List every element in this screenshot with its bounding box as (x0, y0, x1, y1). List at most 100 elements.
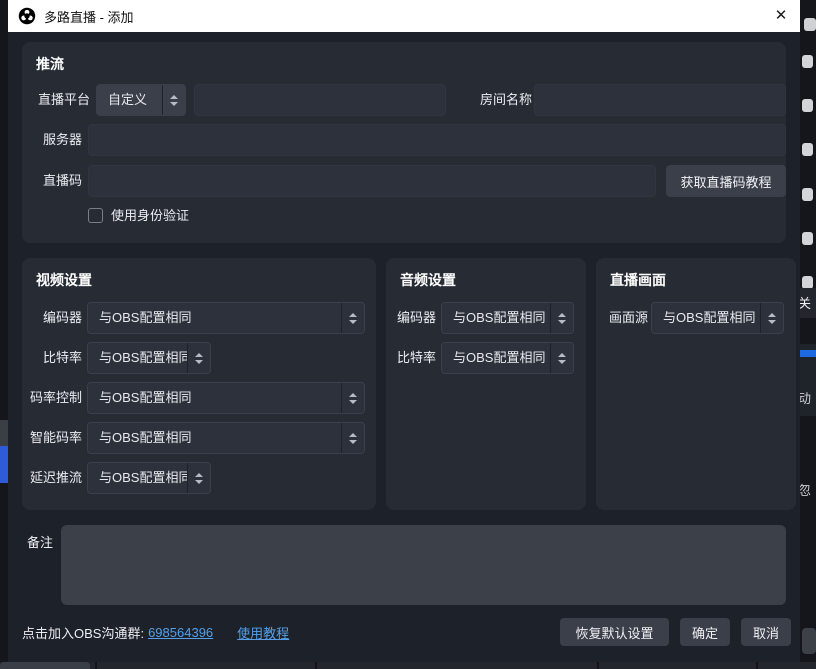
titlebar[interactable]: 多路直播 - 添加 ✕ (8, 0, 800, 32)
bg-clipped-text: 动 (798, 388, 816, 406)
delayed-stream-select[interactable]: 与OBS配置相同 (87, 462, 211, 494)
platform-select[interactable]: 自定义 (96, 84, 186, 116)
window-title: 多路直播 - 添加 (44, 7, 134, 26)
bg-bottom-table-edge (0, 662, 816, 669)
dialog-multistream-add: 多路直播 - 添加 ✕ 推流 直播平台 自定义 房间名称 服务器 (8, 0, 800, 662)
bg-bottom-button-edge (0, 662, 90, 669)
server-input[interactable] (88, 124, 786, 156)
section-title-video: 视频设置 (36, 270, 92, 290)
select-value: 与OBS配置相同 (88, 463, 187, 493)
row-audio-encoder: 编码器 与OBS配置相同 (386, 302, 586, 334)
bg-toggle-edge (802, 99, 813, 112)
row-auth: 使用身份验证 (22, 205, 786, 227)
bg-toggle-edge (802, 232, 813, 245)
row-video-bitrate: 比特率 与OBS配置相同 (22, 342, 376, 374)
row-rate-control: 码率控制 与OBS配置相同 (22, 382, 376, 414)
smart-bitrate-label: 智能码率 (22, 422, 82, 454)
row-delayed-stream: 延迟推流 与OBS配置相同 (22, 462, 376, 494)
platform-select-value: 自定义 (97, 85, 162, 115)
qq-group-text: 点击加入OBS沟通群: (22, 623, 144, 642)
qq-group-link[interactable]: 698564396 (148, 625, 213, 640)
scene-source-select[interactable]: 与OBS配置相同 (651, 302, 784, 334)
use-auth-label[interactable]: 使用身份验证 (111, 205, 189, 227)
room-name-label: 房间名称 (452, 84, 532, 116)
bg-right-button-edge (802, 628, 816, 654)
select-value: 与OBS配置相同 (88, 303, 341, 333)
chevron-up-down-icon (162, 85, 185, 115)
obs-logo-icon (18, 7, 36, 25)
video-bitrate-select[interactable]: 与OBS配置相同 (87, 342, 211, 374)
bg-clipped-text: 忽 (798, 480, 816, 498)
bg-column-divider (756, 662, 758, 669)
select-value: 与OBS配置相同 (442, 343, 550, 373)
section-title-audio: 音频设置 (400, 270, 456, 290)
audio-encoder-select[interactable]: 与OBS配置相同 (441, 302, 574, 334)
select-value: 与OBS配置相同 (442, 303, 550, 333)
section-title-push: 推流 (36, 54, 64, 74)
dialog-footer: 点击加入OBS沟通群: 698564396 使用教程 恢复默认设置 确定 取消 (22, 618, 791, 646)
notes-textarea[interactable] (61, 525, 786, 605)
select-value: 与OBS配置相同 (88, 423, 341, 453)
bg-right-blue-bar (800, 350, 816, 357)
video-encoder-label: 编码器 (22, 302, 82, 334)
server-label: 服务器 (22, 124, 82, 156)
notes-label: 备注 (27, 532, 53, 551)
screen: 关 动 忽 多路直播 - 添加 ✕ 推流 直播平台 自定义 (0, 0, 816, 669)
bg-toggle-edge (802, 143, 813, 156)
chevron-up-down-icon (187, 463, 210, 493)
video-bitrate-label: 比特率 (22, 342, 82, 374)
platform-label: 直播平台 (22, 84, 90, 116)
room-name-input[interactable] (534, 84, 786, 116)
bg-column-divider (95, 662, 97, 669)
panel-live-scene: 直播画面 画面源 与OBS配置相同 (596, 258, 796, 510)
bg-toggle-edge (802, 55, 813, 68)
restore-defaults-button[interactable]: 恢复默认设置 (560, 618, 669, 646)
usage-tutorial-link[interactable]: 使用教程 (237, 623, 289, 642)
bg-column-divider (597, 662, 599, 669)
bg-clipped-text: 关 (798, 293, 816, 311)
section-title-scene: 直播画面 (610, 270, 666, 290)
chevron-up-down-icon (187, 343, 210, 373)
select-value: 与OBS配置相同 (88, 383, 341, 413)
rate-control-select[interactable]: 与OBS配置相同 (87, 382, 365, 414)
row-audio-bitrate: 比特率 与OBS配置相同 (386, 342, 586, 374)
cancel-button[interactable]: 取消 (741, 618, 791, 646)
row-server: 服务器 (22, 124, 786, 156)
platform-url-input[interactable] (194, 84, 446, 116)
row-platform: 直播平台 自定义 房间名称 (22, 84, 786, 116)
panel-video-settings: 视频设置 编码器 与OBS配置相同 比特率 与OBS配置相同 (22, 258, 376, 510)
stream-key-input[interactable] (88, 165, 656, 197)
chevron-up-down-icon (550, 343, 573, 373)
select-value: 与OBS配置相同 (88, 343, 187, 373)
bg-column-divider (315, 662, 317, 669)
audio-bitrate-select[interactable]: 与OBS配置相同 (441, 342, 574, 374)
audio-bitrate-label: 比特率 (386, 342, 436, 374)
dialog-body: 推流 直播平台 自定义 房间名称 服务器 直播码 (8, 32, 800, 662)
chevron-up-down-icon (341, 303, 364, 333)
rate-control-label: 码率控制 (22, 382, 82, 414)
panel-push-stream: 推流 直播平台 自定义 房间名称 服务器 直播码 (22, 42, 786, 243)
close-icon[interactable]: ✕ (768, 4, 794, 28)
chevron-up-down-icon (550, 303, 573, 333)
chevron-up-down-icon (341, 423, 364, 453)
bg-left-selected-item (0, 446, 8, 483)
video-encoder-select[interactable]: 与OBS配置相同 (87, 302, 365, 334)
audio-encoder-label: 编码器 (386, 302, 436, 334)
select-value: 与OBS配置相同 (652, 303, 760, 333)
bg-toggle-edge (802, 188, 813, 201)
bg-right-button-edge (804, 18, 816, 31)
stream-key-label: 直播码 (22, 165, 82, 197)
use-auth-checkbox[interactable] (88, 208, 103, 223)
get-stream-key-tutorial-button[interactable]: 获取直播码教程 (666, 165, 786, 197)
delayed-stream-label: 延迟推流 (22, 462, 82, 494)
chevron-up-down-icon (341, 383, 364, 413)
scene-source-label: 画面源 (596, 302, 648, 334)
row-smart-bitrate: 智能码率 与OBS配置相同 (22, 422, 376, 454)
smart-bitrate-select[interactable]: 与OBS配置相同 (87, 422, 365, 454)
row-video-encoder: 编码器 与OBS配置相同 (22, 302, 376, 334)
panel-audio-settings: 音频设置 编码器 与OBS配置相同 比特率 与OBS配置相同 (386, 258, 586, 510)
ok-button[interactable]: 确定 (680, 618, 730, 646)
bg-left-list-item (0, 420, 8, 446)
chevron-up-down-icon (760, 303, 783, 333)
row-stream-key: 直播码 获取直播码教程 (22, 165, 786, 197)
